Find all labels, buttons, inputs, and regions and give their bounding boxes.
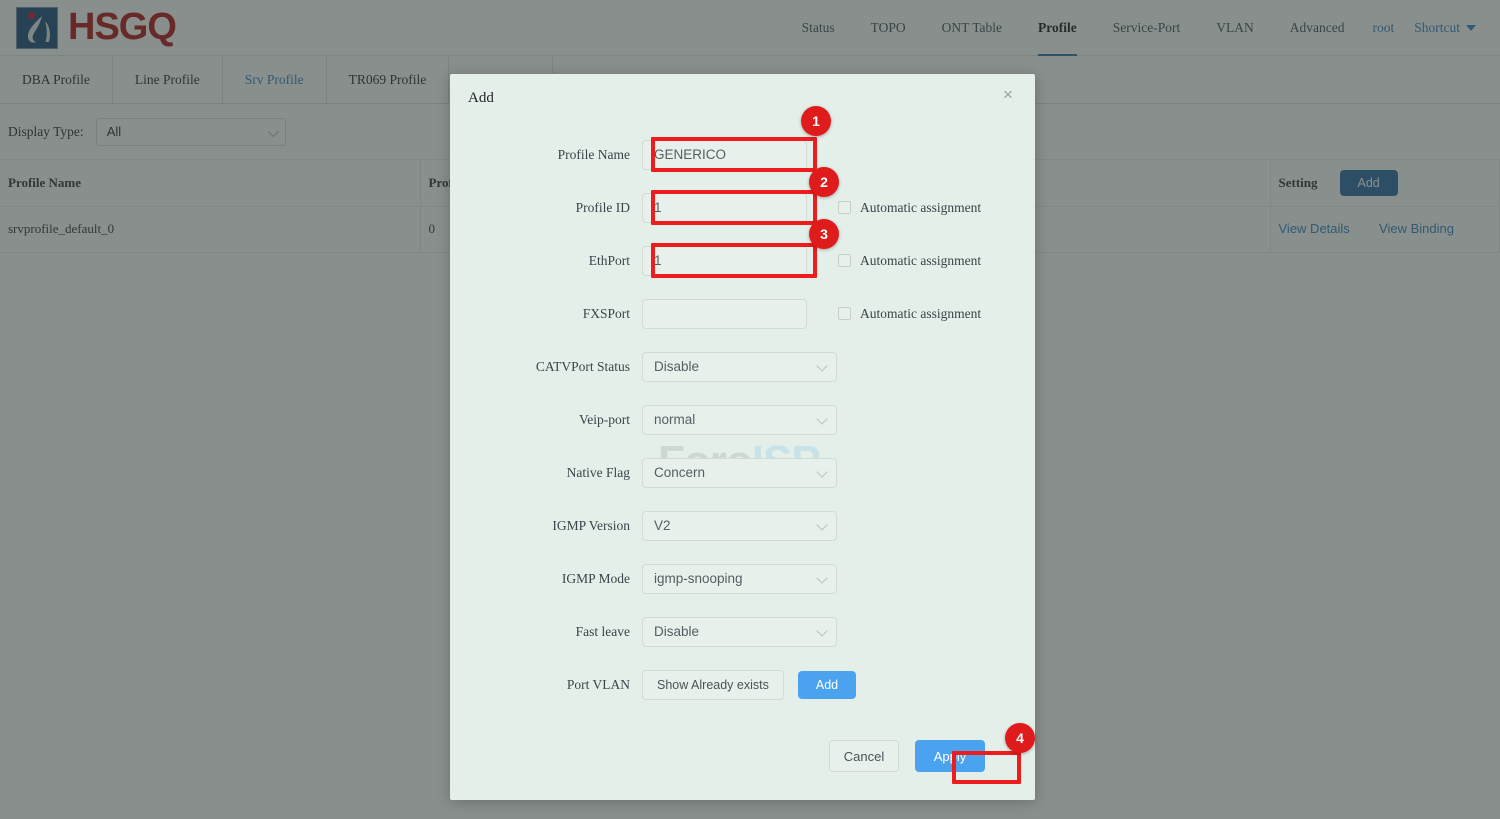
- igmp-version-select[interactable]: V2: [642, 510, 837, 541]
- fast-leave-value: Disable: [654, 624, 700, 639]
- chevron-down-icon: [816, 359, 828, 372]
- label-native-flag: Native Flag: [566, 464, 630, 480]
- native-flag-select[interactable]: Concern: [642, 457, 837, 488]
- chevron-down-icon: [816, 412, 828, 425]
- dialog-title: Add: [468, 89, 494, 106]
- chevron-down-icon: [816, 518, 828, 531]
- fxsport-auto-assign[interactable]: Automatic assignment: [838, 306, 981, 322]
- label-ethport: EthPort: [588, 252, 630, 268]
- cancel-button[interactable]: Cancel: [829, 740, 899, 772]
- field-row-profile-id: Profile ID Automatic assignment: [450, 181, 1035, 234]
- profile-name-input[interactable]: [642, 139, 807, 170]
- field-row-catvport-status: CATVPort Status Disable: [450, 340, 1035, 393]
- field-row-fxsport: FXSPort Automatic assignment: [450, 287, 1035, 340]
- chevron-down-icon: [816, 624, 828, 637]
- profile-id-auto-assign[interactable]: Automatic assignment: [838, 200, 981, 216]
- checkbox-icon[interactable]: [838, 254, 851, 267]
- veip-port-select[interactable]: normal: [642, 404, 837, 435]
- field-row-ethport: EthPort Automatic assignment: [450, 234, 1035, 287]
- catvport-status-select[interactable]: Disable: [642, 351, 837, 382]
- native-flag-value: Concern: [654, 465, 706, 480]
- igmp-mode-select[interactable]: igmp-snooping: [642, 563, 837, 594]
- label-port-vlan: Port VLAN: [566, 676, 630, 692]
- auto-assign-label: Automatic assignment: [860, 252, 982, 268]
- field-row-igmp-version: IGMP Version V2: [450, 499, 1035, 552]
- chevron-down-icon: [816, 571, 828, 584]
- label-catvport-status: CATVPort Status: [535, 358, 630, 374]
- label-igmp-mode: IGMP Mode: [561, 570, 630, 586]
- profile-id-input[interactable]: [642, 192, 807, 223]
- modal-overlay[interactable]: Add × ForoISP Profile Name Profile ID: [0, 0, 1500, 819]
- close-icon[interactable]: ×: [1003, 86, 1019, 104]
- field-row-veip-port: Veip-port normal: [450, 393, 1035, 446]
- chevron-down-icon: [816, 465, 828, 478]
- field-row-native-flag: Native Flag Concern: [450, 446, 1035, 499]
- label-fast-leave: Fast leave: [575, 623, 630, 639]
- fxsport-input[interactable]: [642, 298, 807, 329]
- field-row-fast-leave: Fast leave Disable: [450, 605, 1035, 658]
- dialog-footer: Cancel Apply: [450, 740, 1035, 772]
- auto-assign-label: Automatic assignment: [860, 305, 982, 321]
- fast-leave-select[interactable]: Disable: [642, 616, 837, 647]
- field-row-profile-name: Profile Name: [450, 128, 1035, 181]
- checkbox-icon[interactable]: [838, 201, 851, 214]
- show-already-exists-button[interactable]: Show Already exists: [642, 669, 784, 700]
- dialog-header: Add ×: [450, 74, 1035, 122]
- ethport-auto-assign[interactable]: Automatic assignment: [838, 253, 981, 269]
- catvport-status-value: Disable: [654, 359, 700, 374]
- auto-assign-label: Automatic assignment: [860, 199, 982, 215]
- veip-port-value: normal: [654, 412, 696, 427]
- dialog-body: ForoISP Profile Name Profile ID Automati…: [450, 122, 1035, 711]
- label-fxsport: FXSPort: [582, 305, 630, 321]
- label-profile-id: Profile ID: [575, 199, 630, 215]
- igmp-mode-value: igmp-snooping: [654, 571, 743, 586]
- label-veip-port: Veip-port: [579, 411, 630, 427]
- label-igmp-version: IGMP Version: [552, 517, 630, 533]
- field-row-port-vlan: Port VLAN Show Already exists Add: [450, 658, 1035, 711]
- add-srv-profile-dialog: Add × ForoISP Profile Name Profile ID: [450, 74, 1035, 800]
- apply-button[interactable]: Apply: [915, 740, 985, 772]
- igmp-version-value: V2: [654, 518, 671, 533]
- checkbox-icon[interactable]: [838, 307, 851, 320]
- field-row-igmp-mode: IGMP Mode igmp-snooping: [450, 552, 1035, 605]
- port-vlan-add-button[interactable]: Add: [797, 670, 857, 699]
- ethport-input[interactable]: [642, 245, 807, 276]
- label-profile-name: Profile Name: [557, 146, 630, 162]
